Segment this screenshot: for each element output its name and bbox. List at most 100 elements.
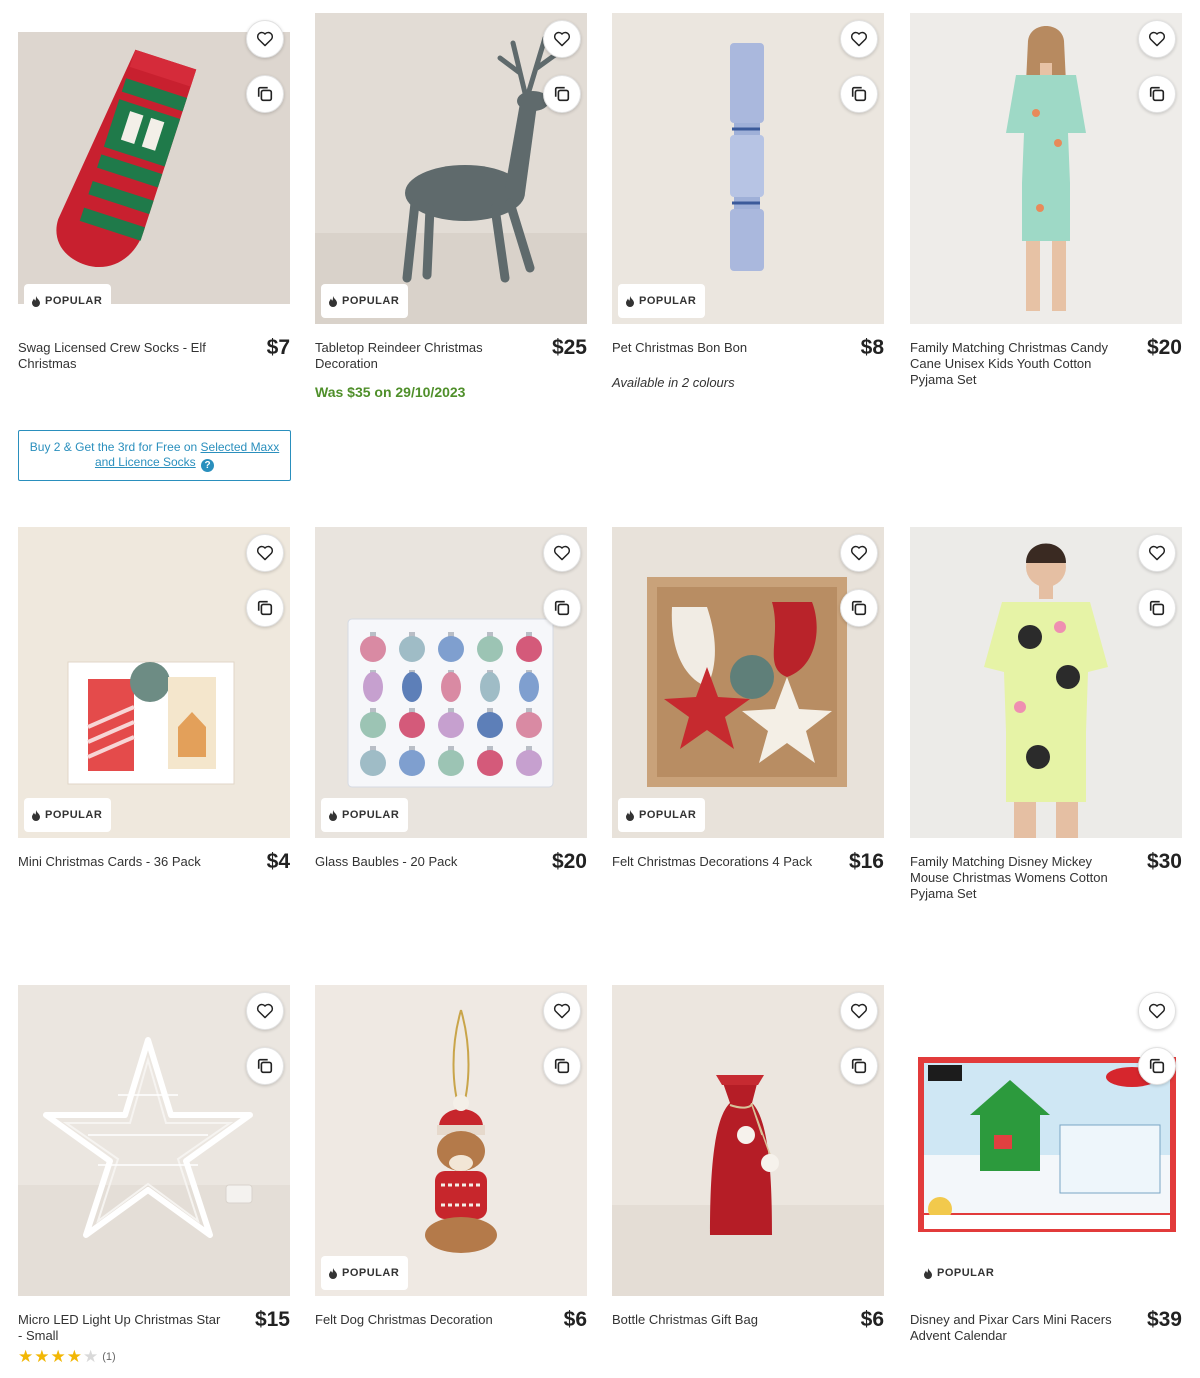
heart-icon [850, 545, 868, 561]
badge-label: POPULAR [937, 1267, 995, 1279]
product-card[interactable]: POPULAR Felt Christmas Decorations 4 Pac… [612, 527, 884, 873]
product-card[interactable]: POPULAR Pet Christmas Bon Bon $8 Availab… [612, 13, 884, 390]
product-image[interactable]: POPULAR [18, 13, 290, 324]
product-price: $6 [860, 1308, 884, 1331]
product-name[interactable]: Bottle Christmas Gift Bag [612, 1312, 817, 1328]
product-card[interactable]: POPULAR Tabletop Reindeer Christmas Deco… [315, 13, 587, 400]
product-name[interactable]: Felt Christmas Decorations 4 Pack [612, 854, 817, 870]
product-name[interactable]: Mini Christmas Cards - 36 Pack [18, 854, 223, 870]
badge-label: POPULAR [639, 295, 697, 307]
star-rating[interactable]: ★ ★ ★ ★ ★ (1) [18, 1348, 290, 1365]
heart-icon [850, 31, 868, 47]
bauble [399, 750, 425, 776]
product-name[interactable]: Swag Licensed Crew Socks - Elf Christmas [18, 340, 223, 372]
product-name[interactable]: Pet Christmas Bon Bon [612, 340, 817, 356]
compare-button[interactable] [1138, 1047, 1176, 1085]
add-to-wishlist-button[interactable] [1138, 992, 1176, 1030]
copy-icon [554, 1058, 570, 1074]
product-card[interactable]: POPULAR Glass Baubles - 20 Pack $20 [315, 527, 587, 873]
baubles-image [315, 527, 587, 838]
product-card[interactable]: Family Matching Christmas Candy Cane Uni… [910, 13, 1182, 388]
add-to-wishlist-button[interactable] [840, 534, 878, 572]
product-image[interactable]: POPULAR [612, 527, 884, 838]
flame-icon [626, 295, 634, 307]
compare-button[interactable] [246, 1047, 284, 1085]
product-image[interactable]: POPULAR [18, 527, 290, 838]
product-image[interactable]: POPULAR [315, 527, 587, 838]
product-image[interactable] [612, 985, 884, 1296]
product-name[interactable]: Micro LED Light Up Christmas Star - Smal… [18, 1312, 223, 1344]
compare-button[interactable] [543, 1047, 581, 1085]
reindeer-image [315, 13, 587, 324]
heart-icon [1148, 31, 1166, 47]
product-card[interactable]: POPULAR Mini Christmas Cards - 36 Pack $… [18, 527, 290, 873]
product-image[interactable] [18, 985, 290, 1296]
product-card[interactable]: POPULAR Felt Dog Christmas Decoration $6 [315, 985, 587, 1331]
compare-button[interactable] [246, 75, 284, 113]
bauble [363, 672, 383, 702]
bauble [399, 636, 425, 662]
socks-image [18, 13, 290, 324]
product-card[interactable]: POPULAR Swag Licensed Crew Socks - Elf C… [18, 13, 290, 372]
star-icon: ★ [18, 1347, 34, 1366]
compare-button[interactable] [840, 1047, 878, 1085]
product-card[interactable]: Micro LED Light Up Christmas Star - Smal… [18, 985, 290, 1365]
copy-icon [257, 600, 273, 616]
product-card[interactable]: Bottle Christmas Gift Bag $6 [612, 985, 884, 1331]
popular-badge: POPULAR [24, 284, 112, 318]
product-name[interactable]: Disney and Pixar Cars Mini Racers Advent… [910, 1312, 1115, 1344]
heart-icon [553, 31, 571, 47]
bauble [477, 712, 503, 738]
copy-icon [257, 86, 273, 102]
bon-bon-image [612, 13, 884, 324]
star-icon: ★ [83, 1347, 99, 1366]
product-card[interactable]: POPULAR Disney and Pixar Cars Mini Racer… [910, 985, 1182, 1344]
gift-bag-image [612, 985, 884, 1296]
compare-button[interactable] [840, 589, 878, 627]
add-to-wishlist-button[interactable] [1138, 534, 1176, 572]
flame-icon [329, 295, 337, 307]
badge-label: POPULAR [342, 1267, 400, 1279]
flame-icon [32, 295, 40, 307]
compare-button[interactable] [1138, 75, 1176, 113]
bauble [438, 712, 464, 738]
add-to-wishlist-button[interactable] [840, 20, 878, 58]
badge-label: POPULAR [342, 809, 400, 821]
compare-button[interactable] [246, 589, 284, 627]
product-image[interactable]: POPULAR [910, 985, 1182, 1296]
product-image[interactable]: POPULAR [315, 985, 587, 1296]
add-to-wishlist-button[interactable] [246, 20, 284, 58]
product-name[interactable]: Family Matching Christmas Candy Cane Uni… [910, 340, 1115, 388]
add-to-wishlist-button[interactable] [1138, 20, 1176, 58]
product-card[interactable]: Family Matching Disney Mickey Mouse Chri… [910, 527, 1182, 902]
product-price: $20 [1146, 336, 1182, 359]
add-to-wishlist-button[interactable] [840, 992, 878, 1030]
bauble [438, 750, 464, 776]
compare-button[interactable] [1138, 589, 1176, 627]
heart-icon [553, 1003, 571, 1019]
heart-icon [256, 545, 274, 561]
copy-icon [1149, 86, 1165, 102]
add-to-wishlist-button[interactable] [543, 20, 581, 58]
product-name[interactable]: Family Matching Disney Mickey Mouse Chri… [910, 854, 1115, 902]
product-image[interactable] [910, 13, 1182, 324]
product-name[interactable]: Tabletop Reindeer Christmas Decoration [315, 340, 520, 372]
product-image[interactable]: POPULAR [612, 13, 884, 324]
bauble [516, 636, 542, 662]
add-to-wishlist-button[interactable] [246, 992, 284, 1030]
add-to-wishlist-button[interactable] [543, 534, 581, 572]
compare-button[interactable] [543, 75, 581, 113]
compare-button[interactable] [543, 589, 581, 627]
product-image[interactable]: POPULAR [315, 13, 587, 324]
heart-icon [256, 31, 274, 47]
add-to-wishlist-button[interactable] [246, 534, 284, 572]
product-name[interactable]: Felt Dog Christmas Decoration [315, 1312, 520, 1328]
help-icon[interactable]: ? [201, 459, 215, 472]
bauble [360, 636, 386, 662]
flame-icon [329, 809, 337, 821]
bauble [402, 672, 422, 702]
compare-button[interactable] [840, 75, 878, 113]
product-image[interactable] [910, 527, 1182, 838]
add-to-wishlist-button[interactable] [543, 992, 581, 1030]
product-name[interactable]: Glass Baubles - 20 Pack [315, 854, 520, 870]
